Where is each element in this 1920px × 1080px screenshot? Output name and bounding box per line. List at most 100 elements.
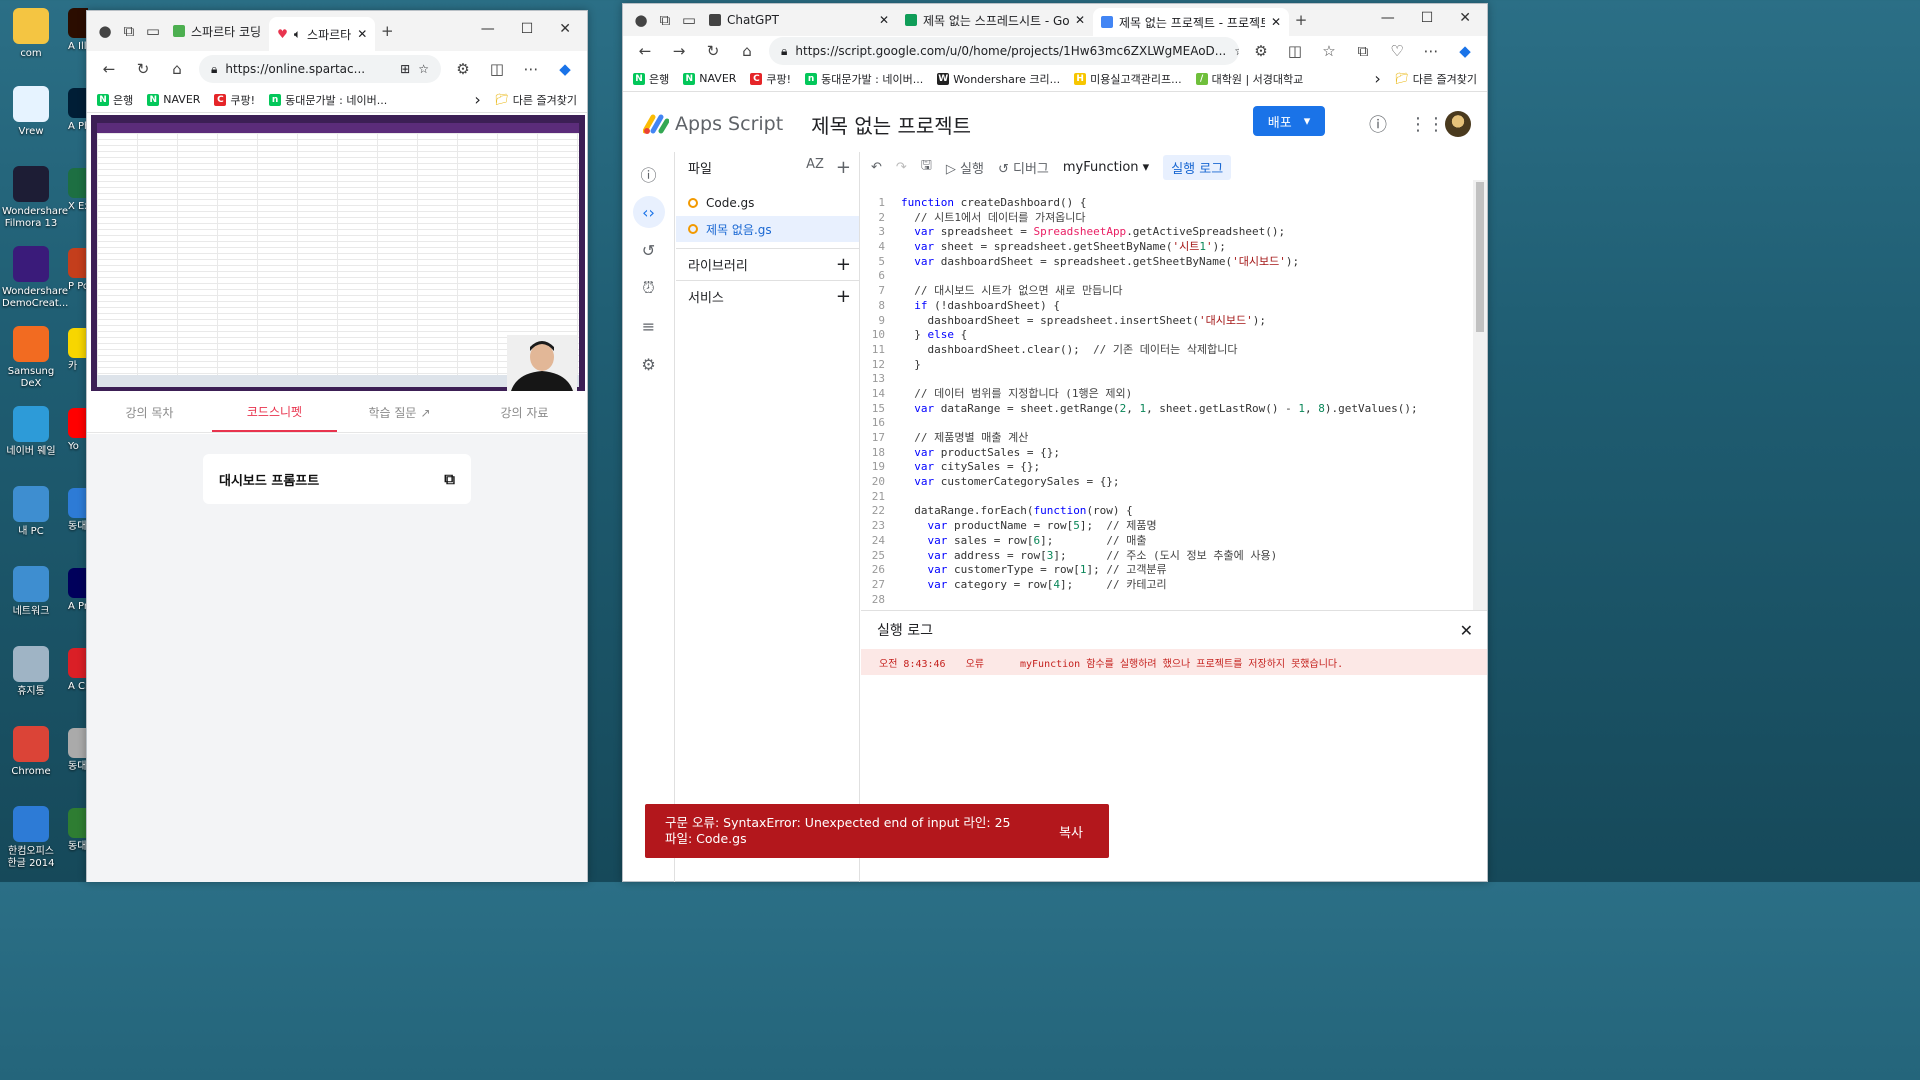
home-icon[interactable]: ⌂	[735, 39, 759, 63]
debug-button[interactable]: ↺ 디버그	[998, 158, 1049, 177]
lecture-video[interactable]	[91, 115, 585, 391]
speaker-icon[interactable]: 🔈︎	[294, 27, 301, 42]
desktop-icon[interactable]: 내 PC	[2, 486, 60, 538]
maximize-icon[interactable]: ☐	[1421, 10, 1434, 26]
minimize-icon[interactable]: —	[481, 21, 495, 37]
deploy-button[interactable]: 배포 ▾	[1253, 106, 1325, 136]
extensions-icon[interactable]: ⚙	[451, 57, 475, 81]
bookmarks-overflow-icon[interactable]: ›	[474, 90, 480, 109]
refresh-icon[interactable]: ↻	[701, 39, 725, 63]
bookmark-item[interactable]: / 대학원 | 서경대학교	[1195, 71, 1303, 87]
new-tab-button[interactable]: +	[375, 19, 399, 43]
function-select[interactable]: myFunction ▾	[1063, 160, 1149, 175]
sort-az-icon[interactable]: AZ	[806, 157, 824, 178]
bookmark-item[interactable]: C 쿠팡!	[750, 71, 791, 87]
editor-scrollbar[interactable]	[1473, 180, 1487, 610]
new-tab-button[interactable]: +	[1289, 8, 1313, 32]
left-tab-sparta-coding[interactable]: 스파르타 코딩	[165, 16, 269, 46]
profile-icon[interactable]: ●	[93, 19, 117, 43]
copy-button[interactable]: 복사	[1059, 822, 1083, 841]
install-app-icon[interactable]: ⊞	[400, 62, 410, 76]
add-file-icon[interactable]: +	[836, 157, 851, 178]
browser-tab[interactable]: ChatGPT ✕	[701, 5, 897, 35]
desktop-icon[interactable]: X Exce	[68, 168, 88, 213]
close-tab-icon[interactable]: ✕	[357, 27, 367, 41]
run-log-button[interactable]: 실행 로그	[1163, 154, 1232, 180]
close-tab-icon[interactable]: ✕	[879, 13, 889, 27]
close-tab-icon[interactable]: ✕	[1271, 15, 1281, 29]
desktop-icon[interactable]: A Prem	[68, 568, 88, 613]
back-icon[interactable]: ←	[633, 39, 657, 63]
desktop-icon[interactable]: Chrome	[2, 726, 60, 778]
bookmark-item[interactable]: N 은행	[633, 71, 669, 87]
home-icon[interactable]: ⌂	[165, 57, 189, 81]
desktop-icon[interactable]: 동대 계약	[68, 728, 88, 773]
desktop-icon[interactable]: Yo	[68, 408, 88, 453]
desktop-icon[interactable]: 한컴오피스 한글 2014	[2, 806, 60, 870]
copilot-icon[interactable]: ◆	[1453, 39, 1477, 63]
star-icon[interactable]: ☆	[418, 62, 429, 76]
bookmarks-overflow-icon[interactable]: ›	[1374, 69, 1380, 88]
browser-tab[interactable]: 제목 없는 스프레드시트 - Google ✕	[897, 5, 1093, 35]
save-icon[interactable]: 🖫	[921, 156, 932, 178]
services-section[interactable]: 서비스 +	[676, 280, 859, 312]
triggers-icon[interactable]: ⏰︎	[633, 272, 665, 304]
desktop-icon[interactable]: 휴지통	[2, 646, 60, 698]
url-input[interactable]: 🔒︎ https://script.google.com/u/0/home/pr…	[769, 37, 1239, 65]
more-icon[interactable]: ⋯	[519, 57, 543, 81]
desktop-icon[interactable]: A Phot	[68, 88, 88, 133]
performance-icon[interactable]: ♡	[1385, 39, 1409, 63]
copy-icon[interactable]: ⧉	[444, 470, 455, 488]
desktop-icon[interactable]: A Illus	[68, 8, 88, 53]
desktop-icon[interactable]: 네이버 웨일	[2, 406, 60, 458]
bookmark-item[interactable]: N NAVER	[147, 93, 200, 106]
avatar[interactable]	[1445, 111, 1471, 137]
lecture-tab[interactable]: 학습 질문 ↗	[337, 393, 462, 432]
other-bookmarks[interactable]: 📁︎ 다른 즐겨찾기	[495, 92, 577, 108]
forward-icon[interactable]: →	[667, 39, 691, 63]
bookmark-item[interactable]: N 은행	[97, 92, 133, 108]
scroll-thumb[interactable]	[1476, 182, 1484, 332]
desktop-icon[interactable]: Wondershare Filmora 13	[2, 166, 68, 230]
close-icon[interactable]: ✕	[1459, 10, 1471, 26]
close-icon[interactable]: ✕	[559, 21, 571, 37]
profile-icon[interactable]: ●	[629, 8, 653, 32]
maximize-icon[interactable]: ☐	[521, 21, 534, 37]
libraries-section[interactable]: 라이브러리 +	[676, 248, 859, 280]
star-icon[interactable]: ☆	[1234, 44, 1239, 58]
desktop-icon[interactable]: P Pow	[68, 248, 88, 293]
bookmark-item[interactable]: C 쿠팡!	[214, 92, 255, 108]
lecture-tab[interactable]: 강의 목차	[87, 393, 212, 432]
minimize-icon[interactable]: —	[1381, 10, 1395, 26]
split-screen-icon[interactable]: ◫	[485, 57, 509, 81]
favorites-icon[interactable]: ☆	[1317, 39, 1341, 63]
run-button[interactable]: ▷ 실행	[946, 158, 984, 177]
bookmark-item[interactable]: W Wondershare 크리...	[937, 71, 1060, 87]
desktop-icon[interactable]: 동대 카카	[68, 808, 88, 853]
more-icon[interactable]: ⋯	[1419, 39, 1443, 63]
close-tab-icon[interactable]: ✕	[1075, 13, 1085, 27]
other-bookmarks[interactable]: 📁︎ 다른 즐겨찾기	[1395, 71, 1477, 87]
workspaces-icon[interactable]: ⧉	[117, 19, 141, 43]
bookmark-item[interactable]: n 동대문가발 : 네이버...	[269, 92, 387, 108]
help-icon[interactable]: ⓘ	[1369, 111, 1387, 137]
lecture-tab[interactable]: 코드스니펫	[212, 393, 337, 432]
workspaces-icon[interactable]: ⧉	[653, 8, 677, 32]
code-editor[interactable]: 1 function createDashboard() {2 // 시트1에서 …	[861, 196, 1471, 610]
undo-icon[interactable]: ↶	[871, 160, 882, 175]
url-input[interactable]: 🔒︎ https://online.spartac... ⊞ ☆	[199, 55, 441, 83]
desktop-icon[interactable]: 네트워크	[2, 566, 60, 618]
file-item[interactable]: 제목 없음.gs	[676, 216, 859, 242]
apps-grid-icon[interactable]: ⋮⋮	[1409, 114, 1445, 135]
bookmark-item[interactable]: H 미용실고객관리프...	[1074, 71, 1182, 87]
bookmark-item[interactable]: n 동대문가발 : 네이버...	[805, 71, 923, 87]
editor-icon[interactable]: ‹›	[632, 196, 665, 228]
extensions-icon[interactable]: ⚙	[1249, 39, 1273, 63]
desktop-icon[interactable]: 카	[68, 328, 88, 373]
file-item[interactable]: Code.gs	[676, 190, 859, 216]
project-title[interactable]: 제목 없는 프로젝트	[811, 110, 971, 139]
left-tab-sparta-active[interactable]: ♥ 🔈︎ 스파르타 ✕	[269, 17, 376, 51]
redo-icon[interactable]: ↷	[896, 160, 907, 175]
tab-actions-icon[interactable]: ▭	[677, 8, 701, 32]
apps-script-logo[interactable]: Apps Script	[643, 113, 783, 135]
